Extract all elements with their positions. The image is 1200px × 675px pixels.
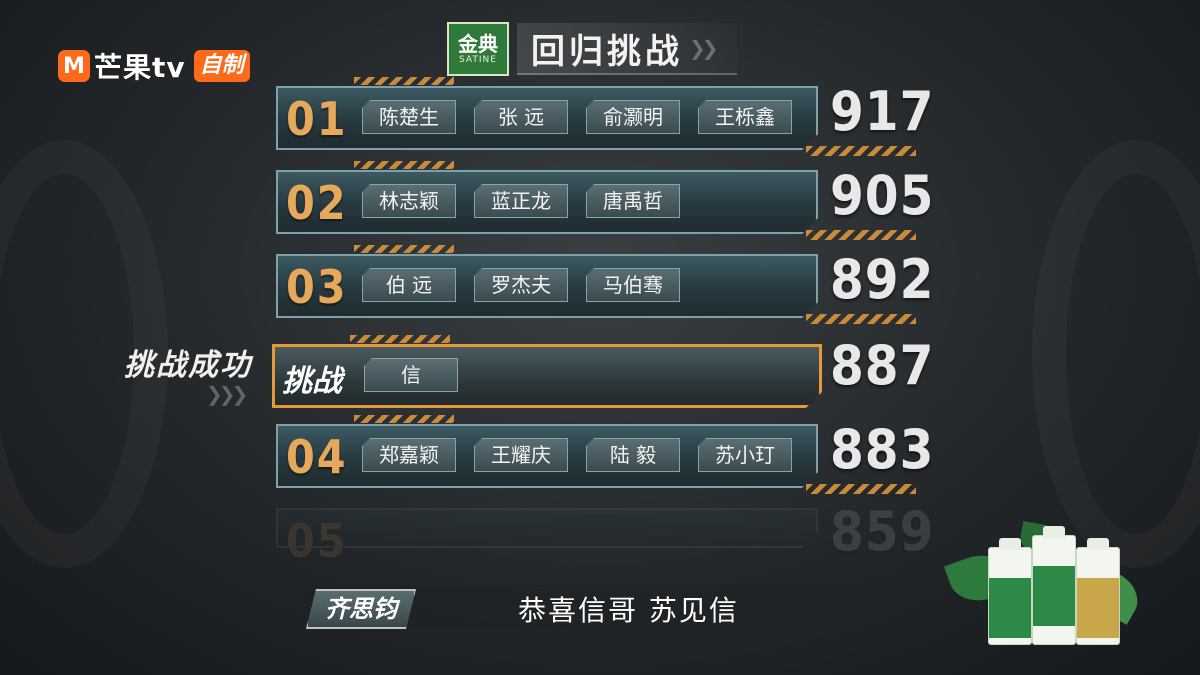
row-stripe [354,415,454,423]
challenge-label: 挑战 [282,364,342,399]
member-name: 俞灏明 [586,100,680,134]
row-stripe [350,335,450,343]
row-stripe [354,77,454,85]
member-name: 唐禹哲 [586,184,680,218]
score-stripe [806,314,916,324]
ranking-row-5: 05 [276,508,818,568]
product-carton-icon [1076,538,1120,645]
channel-badge: 自制 [193,50,250,82]
member-name: 王耀庆 [474,438,568,472]
member-name: 郑嘉颖 [362,438,456,472]
member-names: 林志颖 蓝正龙 唐禹哲 [362,184,680,218]
channel-name: 芒果tv [94,51,186,84]
member-name: 林志颖 [362,184,456,218]
score-value: 892 [830,248,935,311]
member-name: 马伯骞 [586,268,680,302]
rank-number: 01 [286,92,348,146]
rank-number: 02 [286,176,348,230]
subtitle-bar: 齐思钧 恭喜信哥 苏见信 [300,585,860,629]
score-value: 917 [830,80,935,143]
member-name: 蓝正龙 [474,184,568,218]
member-name: 张 远 [474,100,568,134]
member-names: 郑嘉颖 王耀庆 陆 毅 苏小玎 [362,438,792,472]
score-value: 883 [830,418,935,481]
challenge-status: 挑战成功 [124,348,252,383]
member-names: 陈楚生 张 远 俞灏明 王栎鑫 [362,100,792,134]
ranking-row-4: 04 郑嘉颖 王耀庆 陆 毅 苏小玎 [276,415,818,488]
score-value: 905 [830,164,935,227]
speaker-name: 齐思钧 [306,589,416,629]
product-carton-icon [988,538,1032,645]
row-stripe [354,161,454,169]
title-box: 回归挑战 ❯❯ [517,23,737,75]
score-stripe [806,230,916,240]
product-carton-icon [1032,526,1076,645]
score-stripe [806,146,916,156]
member-name: 罗杰夫 [474,268,568,302]
channel-logo: M 芒果tv 自制 [58,46,250,86]
segment-title: 金典 SATINE 回归挑战 ❯❯ [447,22,737,76]
score-value: 859 [830,500,935,563]
member-name: 伯 远 [362,268,456,302]
challenger-row: 挑战 信 [272,335,822,408]
member-names: 信 [364,358,458,392]
member-name: 陈楚生 [362,100,456,134]
chevron-right-icon: ❯❯❯ [206,382,248,406]
background-arc-right [1032,140,1200,568]
row-panel [272,344,822,408]
chevron-right-icon: ❯❯ [689,36,718,60]
member-name: 信 [364,358,458,392]
product-placement [943,515,1147,645]
logo-mark-icon: M [58,50,90,82]
sponsor-name: 金典 [458,32,498,56]
rank-number: 04 [286,430,348,484]
member-name: 陆 毅 [586,438,680,472]
ranking-row-3: 03 伯 远 罗杰夫 马伯骞 [276,245,818,318]
member-name: 苏小玎 [698,438,792,472]
sponsor-subname: SATINE [459,55,497,65]
rank-number: 05 [286,514,348,568]
member-name: 王栎鑫 [698,100,792,134]
challenger-score: 887 [830,334,935,397]
member-names: 伯 远 罗杰夫 马伯骞 [362,268,680,302]
title-text: 回归挑战 [531,31,683,72]
ranking-row-1: 01 陈楚生 张 远 俞灏明 王栎鑫 [276,77,818,150]
subtitle-text: 恭喜信哥 苏见信 [518,594,739,627]
row-panel [276,508,818,548]
row-stripe [354,245,454,253]
ranking-row-2: 02 林志颖 蓝正龙 唐禹哲 [276,161,818,234]
score-stripe [806,484,916,494]
sponsor-logo: 金典 SATINE [447,22,509,76]
rank-number: 03 [286,260,348,314]
